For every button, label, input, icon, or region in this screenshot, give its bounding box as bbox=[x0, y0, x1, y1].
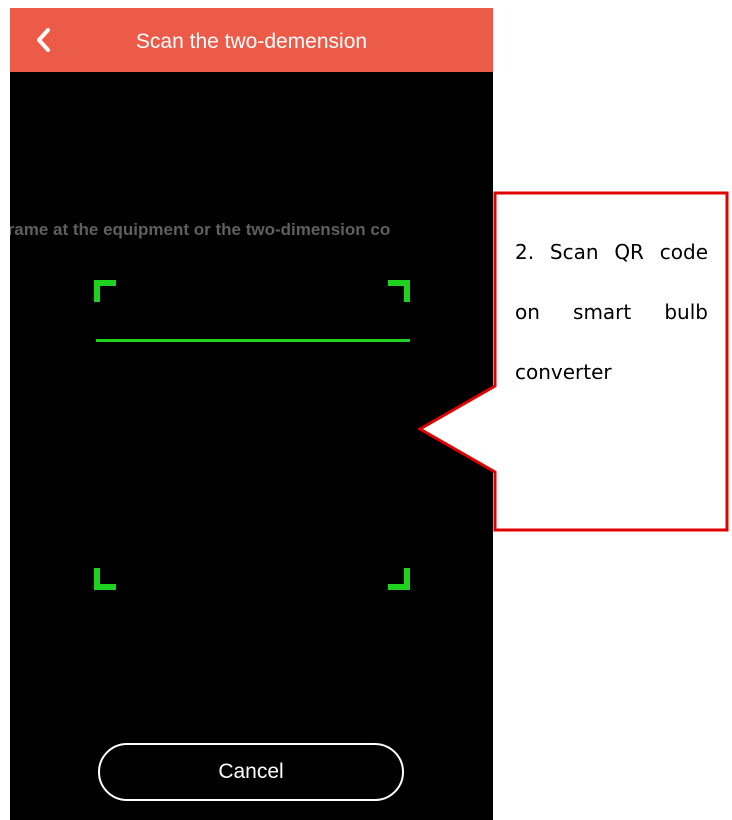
callout-text: 2. Scan QR code on smart bulb converter bbox=[515, 240, 708, 384]
callout-box bbox=[416, 191, 729, 532]
